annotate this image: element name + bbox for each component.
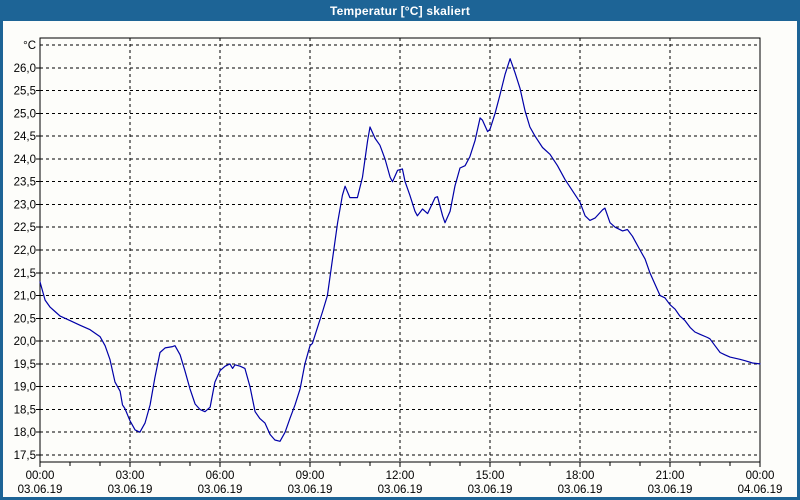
grid-lines	[40, 38, 760, 462]
svg-text:00:00: 00:00	[746, 470, 775, 482]
svg-text:25,0: 25,0	[14, 108, 36, 120]
svg-text:18,0: 18,0	[14, 427, 36, 439]
temperature-chart: °C 26,0 25,5 25,0 24,5 24,0 23,5 23,0 22,5 22,0 21…	[14, 37, 783, 496]
svg-text:20,0: 20,0	[14, 336, 36, 348]
svg-text:21,0: 21,0	[14, 291, 36, 303]
axis-ticks	[36, 67, 761, 467]
svg-text:09:00: 09:00	[296, 470, 325, 482]
svg-text:12:00: 12:00	[386, 470, 415, 482]
svg-text:03.06.19: 03.06.19	[288, 484, 333, 496]
y-axis-unit-label: °C	[23, 40, 36, 52]
svg-text:19,0: 19,0	[14, 382, 36, 394]
svg-text:15:00: 15:00	[476, 470, 505, 482]
svg-text:06:00: 06:00	[206, 470, 235, 482]
svg-text:03.06.19: 03.06.19	[378, 484, 423, 496]
svg-text:03.06.19: 03.06.19	[108, 484, 153, 496]
svg-text:21,5: 21,5	[14, 268, 36, 280]
svg-text:20,5: 20,5	[14, 313, 36, 325]
svg-text:23,5: 23,5	[14, 177, 36, 189]
x-axis-labels: 00:00 03.06.19 03:00 03.06.19 06:00 03.06.19 0…	[18, 470, 783, 496]
svg-text:17,5: 17,5	[14, 450, 36, 462]
svg-text:24,0: 24,0	[14, 154, 36, 166]
svg-text:22,0: 22,0	[14, 245, 36, 257]
svg-text:03.06.19: 03.06.19	[468, 484, 513, 496]
svg-text:18:00: 18:00	[566, 470, 595, 482]
svg-text:19,5: 19,5	[14, 359, 36, 371]
svg-text:26,0: 26,0	[14, 63, 36, 75]
y-axis-labels: °C 26,0 25,5 25,0 24,5 24,0 23,5 23,0 22,5 22,0 21…	[14, 40, 36, 462]
chart-window: Temperatur [°C] skaliert °C 26,0 25,5 25,0 2…	[0, 0, 800, 500]
svg-text:21:00: 21:00	[656, 470, 685, 482]
svg-text:18,5: 18,5	[14, 404, 36, 416]
svg-text:03.06.19: 03.06.19	[648, 484, 693, 496]
svg-text:23,0: 23,0	[14, 199, 36, 211]
svg-text:00:00: 00:00	[26, 470, 55, 482]
svg-text:03.06.19: 03.06.19	[18, 484, 63, 496]
chart-area: °C 26,0 25,5 25,0 24,5 24,0 23,5 23,0 22,5 22,0 21…	[3, 21, 797, 497]
svg-text:04.06.19: 04.06.19	[738, 484, 783, 496]
svg-text:24,5: 24,5	[14, 131, 36, 143]
svg-text:03.06.19: 03.06.19	[198, 484, 243, 496]
svg-text:03.06.19: 03.06.19	[558, 484, 603, 496]
svg-text:03:00: 03:00	[116, 470, 145, 482]
svg-text:22,5: 22,5	[14, 222, 36, 234]
svg-text:25,5: 25,5	[14, 86, 36, 98]
